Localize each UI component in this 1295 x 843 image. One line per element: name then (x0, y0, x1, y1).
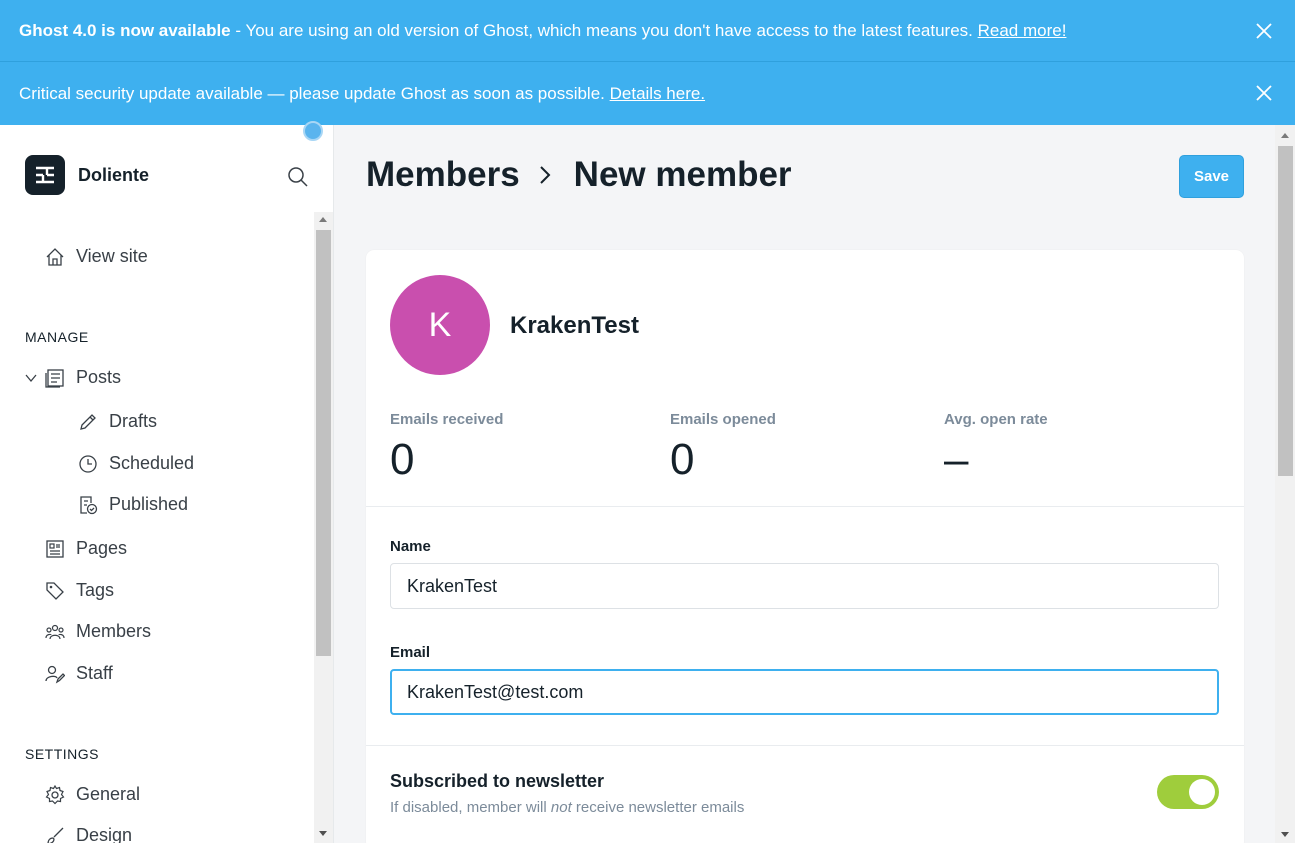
published-label: Published (109, 494, 189, 514)
tags-label: Tags (76, 580, 115, 600)
main-scrollbar[interactable] (1275, 125, 1295, 843)
sidebar-item-staff[interactable]: Staff (45, 663, 113, 684)
member-name: KrakenTest (510, 312, 639, 339)
scheduled-label: Scheduled (109, 453, 195, 473)
general-label: General (76, 784, 141, 804)
save-button[interactable]: Save (1179, 155, 1244, 198)
name-input[interactable]: KrakenTest (390, 563, 1219, 609)
tag-icon (46, 581, 64, 600)
update-banner: Ghost 4.0 is now available - You are usi… (0, 0, 1295, 62)
settings-section-title: SETTINGS (25, 746, 100, 762)
clock-icon (79, 454, 97, 473)
update-banner-text: Ghost 4.0 is now available - You are usi… (19, 20, 1067, 40)
pencil-icon (80, 413, 96, 430)
close-icon[interactable] (1255, 84, 1273, 102)
stat-label-open-rate: Avg. open rate (944, 411, 1048, 428)
sidebar: Doliente View site MANAGE Posts Drafts S… (0, 121, 334, 843)
gear-icon (45, 784, 65, 804)
view-site-link[interactable]: View site (45, 246, 148, 267)
divider (366, 745, 1244, 746)
sidebar-scrollbar[interactable] (314, 212, 333, 843)
site-logo-icon (25, 155, 65, 195)
pages-icon (46, 539, 64, 558)
read-more-link[interactable]: Read more! (978, 21, 1067, 40)
sidebar-item-general[interactable]: General (45, 784, 140, 805)
drafts-label: Drafts (109, 411, 158, 431)
newsletter-toggle[interactable] (1157, 775, 1219, 809)
newsletter-title: Subscribed to newsletter (390, 771, 605, 791)
avatar: K (390, 275, 490, 375)
newsletter-help: If disabled, member will not receive new… (390, 799, 745, 816)
site-name: Doliente (78, 164, 150, 185)
page-title: New member (573, 155, 792, 194)
divider (366, 506, 1244, 507)
stat-value-emails-opened: 0 (670, 435, 695, 484)
security-banner-text: Critical security update available — ple… (19, 83, 706, 103)
sidebar-item-scheduled[interactable]: Scheduled (78, 453, 194, 474)
sidebar-item-design[interactable]: Design (45, 825, 132, 843)
notification-dot[interactable] (303, 121, 323, 141)
members-icon (45, 624, 65, 639)
sidebar-item-drafts[interactable]: Drafts (78, 411, 157, 432)
close-icon[interactable] (1255, 22, 1273, 40)
details-link[interactable]: Details here. (610, 84, 705, 103)
staff-icon (45, 665, 65, 683)
posts-label: Posts (76, 367, 122, 387)
stat-value-open-rate: – (944, 435, 969, 484)
stat-label-emails-received: Emails received (390, 411, 504, 428)
brush-icon (47, 827, 64, 843)
toggle-knob (1189, 779, 1215, 805)
members-label: Members (76, 621, 152, 641)
brand[interactable]: Doliente (25, 155, 149, 195)
pages-label: Pages (76, 538, 128, 558)
view-site-label: View site (76, 246, 148, 266)
manage-section-title: MANAGE (25, 329, 89, 345)
stat-value-emails-received: 0 (390, 435, 415, 484)
breadcrumb-members-link[interactable]: Members (366, 155, 520, 195)
chevron-down-icon[interactable] (25, 372, 37, 384)
email-input[interactable]: KrakenTest@test.com (390, 669, 1219, 715)
sidebar-item-tags[interactable]: Tags (45, 580, 114, 601)
sidebar-item-members[interactable]: Members (45, 621, 151, 642)
sidebar-item-pages[interactable]: Pages (45, 538, 127, 559)
stat-label-emails-opened: Emails opened (670, 411, 776, 428)
design-label: Design (76, 825, 133, 843)
breadcrumb: Members New member (366, 155, 792, 195)
published-icon (80, 495, 98, 514)
search-icon[interactable] (287, 166, 309, 188)
chevron-right-icon (539, 166, 551, 184)
home-icon (46, 247, 64, 266)
email-label: Email (390, 644, 431, 661)
sidebar-item-posts[interactable]: Posts (45, 367, 121, 388)
staff-label: Staff (76, 663, 113, 683)
sidebar-item-published[interactable]: Published (78, 494, 188, 515)
posts-icon (45, 368, 64, 388)
member-card: K KrakenTest Emails received 0 Emails op… (366, 250, 1244, 843)
security-banner: Critical security update available — ple… (0, 62, 1295, 125)
name-label: Name (390, 538, 431, 555)
